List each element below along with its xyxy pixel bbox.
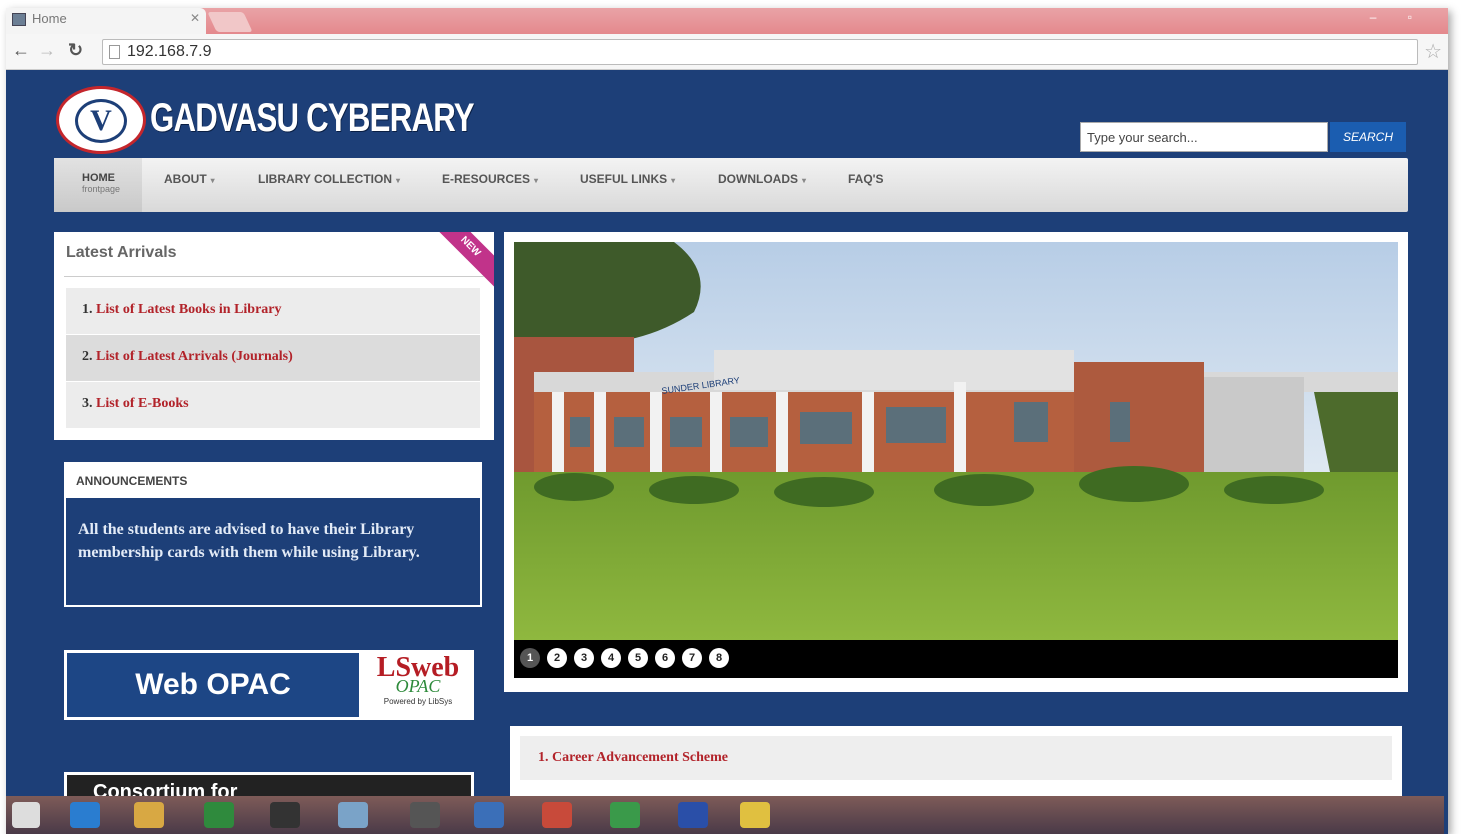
new-badge: NEW (426, 232, 494, 291)
new-tab-button[interactable] (207, 12, 253, 32)
nav-downloads-label: DOWNLOADS (718, 172, 798, 186)
latest-arrival-link[interactable]: 2. List of Latest Arrivals (Journals) (66, 335, 480, 381)
chevron-down-icon: ▾ (802, 176, 807, 185)
link-label: List of Latest Arrivals (Journals) (96, 349, 293, 364)
main-nav: HOME frontpage ABOUT ▾ LIBRARY COLLECTION… (54, 158, 1408, 212)
taskbar (6, 796, 1444, 834)
nav-library-collection[interactable]: LIBRARY COLLECTION ▾ (258, 172, 400, 186)
chevron-down-icon: ▾ (534, 176, 539, 185)
close-tab-icon[interactable]: ✕ (190, 11, 200, 25)
divider (64, 276, 484, 277)
nav-useful-links-label: USEFUL LINKS (580, 172, 668, 186)
app-icon[interactable] (338, 802, 368, 828)
search-button[interactable]: SEARCH (1330, 122, 1406, 152)
latest-arrival-link[interactable]: 3. List of E-Books (66, 382, 480, 428)
career-link[interactable]: 1. Career Advancement Scheme (520, 736, 1392, 780)
slider-dot[interactable]: 5 (628, 648, 648, 668)
slider-dot[interactable]: 1 (520, 648, 540, 668)
nav-useful-links[interactable]: USEFUL LINKS ▾ (580, 172, 675, 186)
chevron-down-icon: ▾ (396, 176, 401, 185)
slider-dot[interactable]: 8 (709, 648, 729, 668)
page-icon (109, 45, 120, 59)
chrome-icon[interactable] (740, 802, 770, 828)
university-logo[interactable]: V (56, 86, 146, 154)
app-icon[interactable] (410, 802, 440, 828)
nav-faqs[interactable]: FAQ'S (848, 172, 884, 186)
tab-bar: Home ✕ – ▫ (6, 8, 1448, 34)
nav-about-label: ABOUT (164, 172, 207, 186)
nav-faqs-label: FAQ'S (848, 172, 884, 186)
app-icon[interactable] (474, 802, 504, 828)
search-input[interactable] (1080, 122, 1328, 152)
slider-pager: 12345678 (514, 640, 1398, 678)
web-opac-label: Web OPAC (67, 653, 359, 717)
list-number: 3. (82, 396, 93, 411)
nav-downloads[interactable]: DOWNLOADS ▾ (718, 172, 806, 186)
spreadsheet-icon[interactable] (204, 802, 234, 828)
app-icon[interactable] (270, 802, 300, 828)
latest-arrivals-panel: Latest Arrivals NEW 1. List of Latest Bo… (54, 232, 494, 440)
link-label: List of Latest Books in Library (96, 302, 282, 317)
url-text: 192.168.7.9 (127, 43, 212, 60)
announcements-panel: ANNOUNCEMENTS All the students are advis… (64, 462, 482, 607)
site-title[interactable]: GADVASU CYBERARY (150, 96, 475, 141)
list-number: 2. (82, 349, 93, 364)
nav-home-sub: frontpage (82, 184, 121, 194)
slider-dot[interactable]: 4 (601, 648, 621, 668)
start-button-icon[interactable] (12, 802, 40, 828)
browser-tab[interactable]: Home ✕ (6, 8, 206, 34)
nav-e-resources[interactable]: E-RESOURCES ▾ (442, 172, 538, 186)
bookmark-star-icon[interactable]: ☆ (1424, 39, 1442, 64)
powered-by-text: Powered by LibSys (383, 697, 453, 706)
nav-home[interactable]: HOME frontpage (54, 158, 142, 212)
internet-explorer-icon[interactable] (70, 802, 100, 828)
chevron-down-icon: ▾ (210, 176, 215, 185)
nav-about[interactable]: ABOUT ▾ (164, 172, 215, 186)
link-label: List of E-Books (96, 396, 189, 411)
back-arrow-icon[interactable]: ← (12, 40, 30, 61)
slider-dot[interactable]: 6 (655, 648, 675, 668)
reload-icon[interactable]: ↻ (68, 40, 83, 61)
nav-library-collection-label: LIBRARY COLLECTION (258, 172, 392, 186)
nav-e-resources-label: E-RESOURCES (442, 172, 531, 186)
window-controls[interactable]: – ▫ (1370, 10, 1426, 24)
browser-window: Home ✕ – ▫ ← → ↻ 192.168.7.9 ☆ V GADVASU… (6, 8, 1448, 834)
list-number: 1. (82, 302, 93, 317)
folder-icon[interactable] (134, 802, 164, 828)
forward-arrow-icon[interactable]: → (38, 40, 56, 61)
excel-icon[interactable] (610, 802, 640, 828)
page-favicon-icon (12, 13, 26, 26)
image-slider: SUNDER LIBRARY 12345678 (504, 232, 1408, 692)
nav-home-label: HOME (82, 172, 115, 184)
latest-arrivals-title: Latest Arrivals (66, 244, 177, 261)
lsweb-logo: LSweb OPAC Powered by LibSys (364, 652, 472, 718)
tab-title: Home (32, 11, 67, 26)
announcement-text: All the students are advised to have the… (78, 521, 420, 561)
app-icon[interactable] (542, 802, 572, 828)
announcements-title: ANNOUNCEMENTS (66, 464, 480, 498)
web-opac-banner[interactable]: Web OPAC LSweb OPAC Powered by LibSys (64, 650, 474, 720)
building-image: SUNDER LIBRARY (514, 242, 1398, 640)
library-building-photo: SUNDER LIBRARY (514, 242, 1398, 640)
chevron-down-icon: ▾ (671, 176, 676, 185)
latest-arrival-link[interactable]: 1. List of Latest Books in Library (66, 288, 480, 334)
slider-dot[interactable]: 2 (547, 648, 567, 668)
url-input[interactable]: 192.168.7.9 (102, 39, 1418, 65)
slider-dot[interactable]: 3 (574, 648, 594, 668)
app-icon[interactable] (678, 802, 708, 828)
address-bar: ← → ↻ 192.168.7.9 ☆ (6, 34, 1448, 70)
slider-dot[interactable]: 7 (682, 648, 702, 668)
